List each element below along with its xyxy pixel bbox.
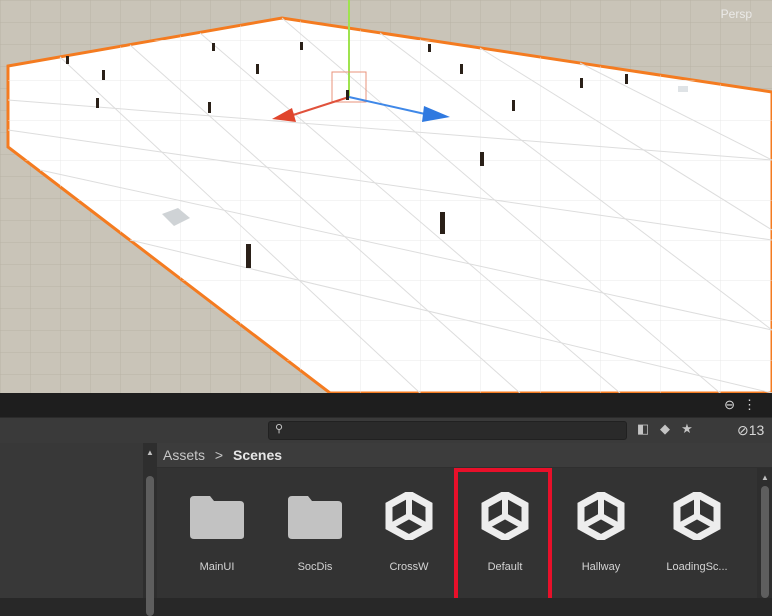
unity-scene-icon bbox=[481, 492, 529, 540]
scrollbar-thumb[interactable] bbox=[146, 476, 154, 616]
folder-tree-panel[interactable] bbox=[0, 443, 143, 598]
favorite-star-icon[interactable]: ★ bbox=[676, 421, 698, 437]
unity-scene-icon bbox=[577, 492, 625, 540]
more-icon[interactable]: ⋮ bbox=[743, 397, 764, 412]
asset-label: MainUI bbox=[199, 561, 235, 573]
search-input[interactable]: ⚲ bbox=[268, 421, 627, 440]
scene-view[interactable]: Persp bbox=[0, 0, 772, 393]
project-window-header: ⊖⋮ bbox=[0, 393, 772, 417]
scrollbar-thumb[interactable] bbox=[761, 486, 769, 598]
search-icon: ⚲ bbox=[275, 423, 284, 435]
asset-grid[interactable]: MainUI SocDis CrossW Default Hallway Loa… bbox=[157, 468, 757, 598]
folder-icon bbox=[288, 496, 342, 539]
asset-label: SocDis bbox=[297, 561, 333, 573]
asset-label: CrossW bbox=[389, 561, 429, 573]
unity-scene-icon bbox=[673, 492, 721, 540]
asset-label: Hallway bbox=[581, 561, 621, 573]
eye-hidden-icon: ⊘ bbox=[737, 422, 749, 438]
folder-tree-scrollbar[interactable]: ▲ bbox=[143, 443, 157, 616]
unity-scene-icon bbox=[385, 492, 433, 540]
hidden-packages-toggle[interactable]: ⊘13 bbox=[737, 422, 764, 439]
asset-label: LoadingSc... bbox=[666, 561, 728, 573]
breadcrumb-scenes[interactable]: Scenes bbox=[233, 443, 282, 467]
filter-by-type-icon[interactable]: ◧ bbox=[632, 421, 654, 437]
scroll-up-icon[interactable]: ▲ bbox=[761, 473, 769, 482]
scene-canvas[interactable] bbox=[0, 0, 772, 393]
asset-item-default[interactable]: Default bbox=[457, 468, 553, 598]
asset-item-socdis[interactable]: SocDis bbox=[267, 468, 363, 598]
asset-grid-scrollbar[interactable]: ▲ bbox=[757, 468, 772, 598]
project-toolbar: ⚲ ◧ ◆ ★ ⊘13 bbox=[0, 417, 772, 444]
filter-by-label-icon[interactable]: ◆ bbox=[654, 421, 676, 437]
asset-item-crossw[interactable]: CrossW bbox=[361, 468, 457, 598]
asset-item-loadingscene[interactable]: LoadingSc... bbox=[649, 468, 745, 598]
camera-mode-label[interactable]: Persp bbox=[721, 7, 752, 21]
scroll-up-icon[interactable]: ▲ bbox=[146, 448, 154, 457]
breadcrumb-assets[interactable]: Assets bbox=[163, 443, 205, 467]
breadcrumb-separator: > bbox=[214, 447, 224, 463]
folder-icon bbox=[190, 496, 244, 539]
breadcrumb: Assets > Scenes bbox=[157, 443, 772, 468]
asset-item-mainui[interactable]: MainUI bbox=[169, 468, 265, 598]
asset-label: Default bbox=[487, 561, 523, 573]
scene-box-small[interactable] bbox=[678, 86, 688, 92]
lock-icon[interactable]: ⊖ bbox=[724, 397, 743, 412]
asset-item-hallway[interactable]: Hallway bbox=[553, 468, 649, 598]
hidden-count: 13 bbox=[748, 422, 765, 438]
